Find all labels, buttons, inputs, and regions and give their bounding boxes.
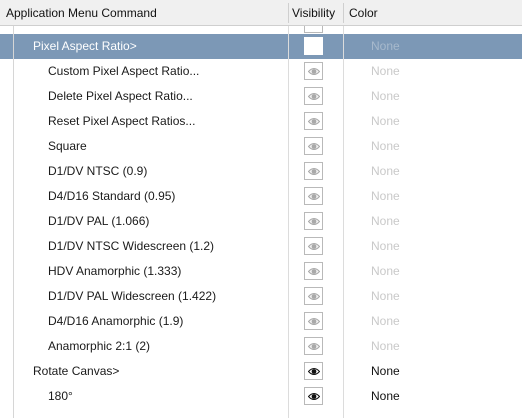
table-row[interactable]: HDV Anamorphic (1.333) None xyxy=(0,259,522,284)
visibility-toggle[interactable] xyxy=(304,187,323,205)
table-header: Application Menu Command Visibility Colo… xyxy=(0,0,522,26)
eye-icon xyxy=(308,68,320,75)
eye-icon xyxy=(308,193,320,200)
command-label: D4/D16 Standard (0.95) xyxy=(48,189,176,203)
visibility-toggle[interactable] xyxy=(304,262,323,280)
color-value[interactable]: None xyxy=(371,59,400,84)
visibility-toggle[interactable] xyxy=(304,287,323,305)
visibility-toggle[interactable] xyxy=(304,212,323,230)
eye-icon xyxy=(308,293,320,300)
column-divider xyxy=(288,26,289,418)
command-label: D4/D16 Anamorphic (1.9) xyxy=(48,314,184,328)
eye-icon xyxy=(308,218,320,225)
eye-icon xyxy=(308,393,320,400)
command-label: D1/DV NTSC Widescreen (1.2) xyxy=(48,239,215,253)
visibility-toggle[interactable] xyxy=(304,312,323,330)
command-label: Anamorphic 2:1 (2) xyxy=(48,339,151,353)
color-value[interactable]: None xyxy=(371,84,400,109)
column-header-color[interactable]: Color xyxy=(349,0,378,26)
column-divider[interactable] xyxy=(288,3,289,23)
eye-icon xyxy=(308,118,320,125)
color-value[interactable]: None xyxy=(371,134,400,159)
eye-icon xyxy=(308,318,320,325)
table-row[interactable]: 180° None xyxy=(0,384,522,409)
table-row[interactable]: D1/DV NTSC (0.9) None xyxy=(0,159,522,184)
command-label: Delete Pixel Aspect Ratio... xyxy=(48,89,193,103)
color-value[interactable]: None xyxy=(371,209,400,234)
visibility-toggle[interactable] xyxy=(304,387,323,405)
command-label: Square xyxy=(48,139,87,153)
tree-guide-line xyxy=(13,26,14,418)
color-value[interactable]: None xyxy=(371,334,400,359)
table-row[interactable]: D1/DV NTSC Widescreen (1.2) None xyxy=(0,234,522,259)
eye-icon xyxy=(308,343,320,350)
command-label: 180° xyxy=(48,389,73,403)
color-value[interactable]: None xyxy=(371,384,400,409)
eye-icon xyxy=(308,368,320,375)
color-value[interactable]: None xyxy=(371,284,400,309)
color-value[interactable]: None xyxy=(371,109,400,134)
visibility-toggle[interactable] xyxy=(304,337,323,355)
visibility-toggle-partial[interactable] xyxy=(304,26,323,33)
color-value[interactable]: None xyxy=(371,234,400,259)
eye-icon xyxy=(308,268,320,275)
eye-icon xyxy=(308,168,320,175)
table-row[interactable]: Rotate Canvas> None xyxy=(0,359,522,384)
table-row[interactable]: Delete Pixel Aspect Ratio... None xyxy=(0,84,522,109)
command-label: Rotate Canvas> xyxy=(33,364,120,378)
visibility-toggle[interactable] xyxy=(304,112,323,130)
visibility-toggle[interactable] xyxy=(304,362,323,380)
column-header-command[interactable]: Application Menu Command xyxy=(6,0,157,26)
eye-icon xyxy=(308,243,320,250)
color-value[interactable]: None xyxy=(371,309,400,334)
visibility-toggle[interactable] xyxy=(304,87,323,105)
visibility-toggle[interactable] xyxy=(304,237,323,255)
column-divider xyxy=(343,26,344,418)
color-value[interactable]: None xyxy=(371,259,400,284)
column-header-visibility[interactable]: Visibility xyxy=(292,0,335,26)
command-label: Pixel Aspect Ratio> xyxy=(33,39,137,53)
visibility-toggle[interactable] xyxy=(304,62,323,80)
visibility-toggle[interactable] xyxy=(304,137,323,155)
table-row[interactable]: Square None xyxy=(0,134,522,159)
eye-icon xyxy=(308,93,320,100)
column-divider[interactable] xyxy=(343,3,344,23)
table-row[interactable]: D1/DV PAL (1.066) None xyxy=(0,209,522,234)
command-label: D1/DV NTSC (0.9) xyxy=(48,164,148,178)
visibility-toggle[interactable] xyxy=(304,162,323,180)
command-label: D1/DV PAL Widescreen (1.422) xyxy=(48,289,217,303)
color-value[interactable]: None xyxy=(371,184,400,209)
eye-icon xyxy=(308,143,320,150)
table-row[interactable]: Reset Pixel Aspect Ratios... None xyxy=(0,109,522,134)
color-value[interactable]: None xyxy=(371,159,400,184)
command-label: HDV Anamorphic (1.333) xyxy=(48,264,182,278)
table-row[interactable]: Pixel Aspect Ratio> None xyxy=(0,34,522,59)
table-row[interactable]: Anamorphic 2:1 (2) None xyxy=(0,334,522,359)
command-label: D1/DV PAL (1.066) xyxy=(48,214,150,228)
menu-command-table: Application Menu Command Visibility Colo… xyxy=(0,0,522,418)
table-row[interactable]: D4/D16 Anamorphic (1.9) None xyxy=(0,309,522,334)
command-label: Custom Pixel Aspect Ratio... xyxy=(48,64,200,78)
color-value[interactable]: None xyxy=(371,34,400,59)
table-row[interactable]: D1/DV PAL Widescreen (1.422) None xyxy=(0,284,522,309)
table-row[interactable]: Custom Pixel Aspect Ratio... None xyxy=(0,59,522,84)
command-label: Reset Pixel Aspect Ratios... xyxy=(48,114,196,128)
table-row[interactable]: D4/D16 Standard (0.95) None xyxy=(0,184,522,209)
visibility-toggle[interactable] xyxy=(304,37,323,55)
color-value[interactable]: None xyxy=(371,359,400,384)
